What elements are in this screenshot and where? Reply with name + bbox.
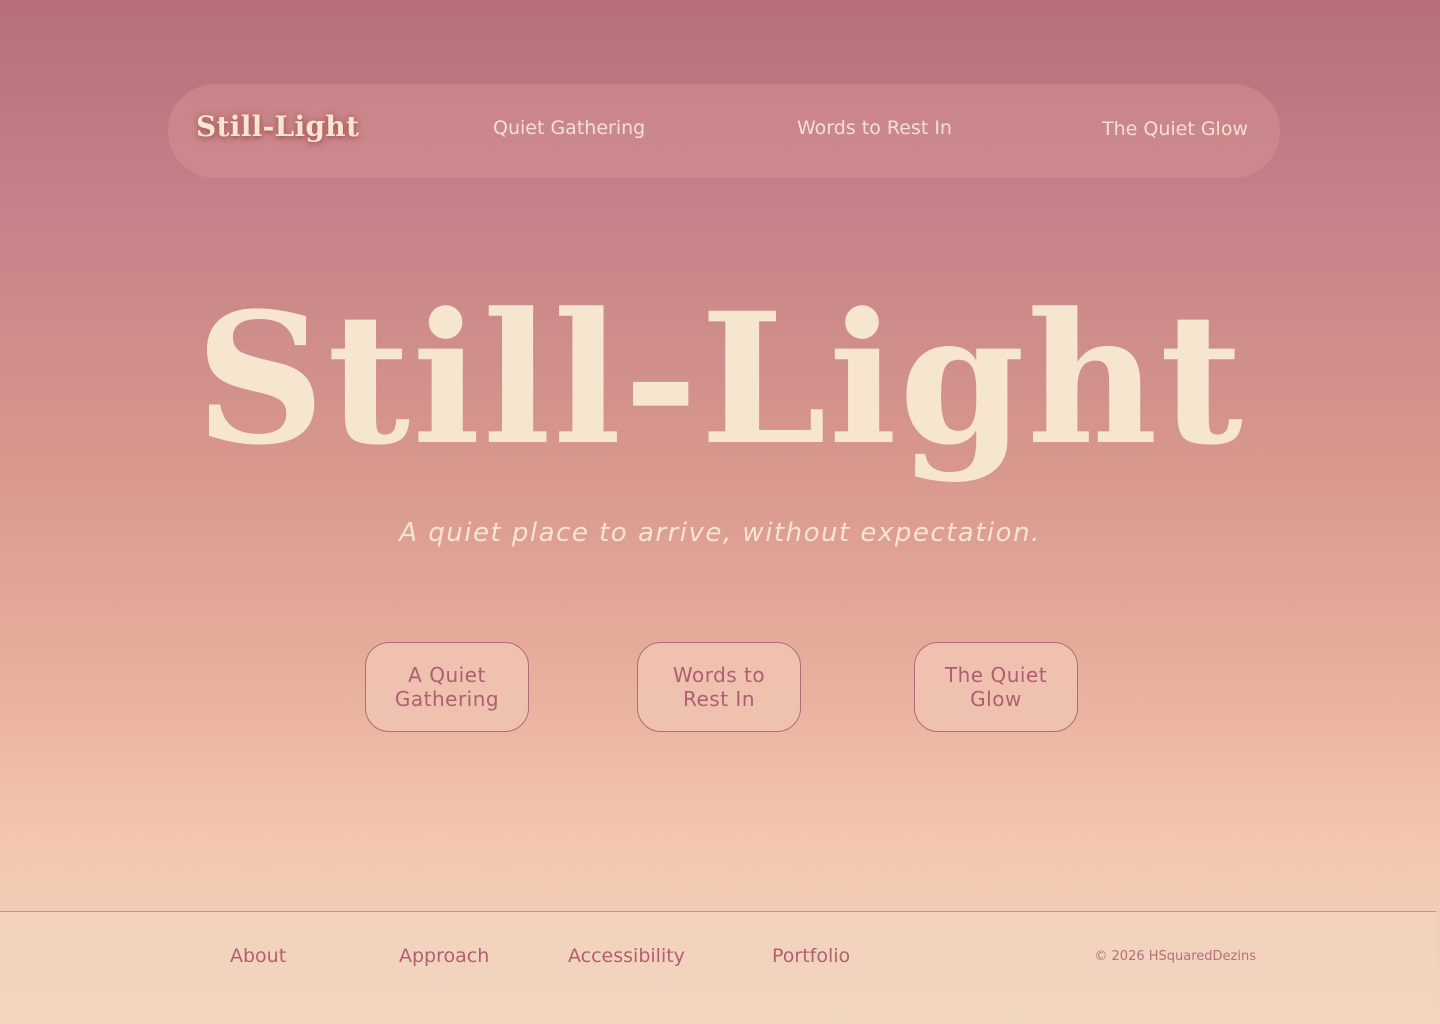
cta-the-quiet-glow-button[interactable]: The Quiet Glow — [914, 642, 1078, 732]
hero-subtitle: A quiet place to arrive, without expecta… — [399, 518, 1041, 548]
footer-link-approach[interactable]: Approach — [399, 945, 489, 967]
footer: About Approach Accessibility Portfolio ©… — [0, 911, 1436, 1024]
footer-link-portfolio[interactable]: Portfolio — [772, 945, 850, 967]
footer-link-accessibility[interactable]: Accessibility — [568, 945, 685, 967]
cta-words-to-rest-in-button[interactable]: Words to Rest In — [637, 642, 801, 732]
nav-link-the-quiet-glow[interactable]: The Quiet Glow — [1102, 118, 1248, 140]
top-nav: Still-Light Quiet Gathering Words to Res… — [168, 84, 1280, 178]
hero-title: Still-Light — [195, 274, 1245, 485]
nav-link-quiet-gathering[interactable]: Quiet Gathering — [493, 117, 645, 139]
cta-quiet-gathering-button[interactable]: A Quiet Gathering — [365, 642, 529, 732]
footer-copyright: © 2026 HSquaredDezins — [1094, 949, 1256, 964]
footer-link-about[interactable]: About — [230, 945, 286, 967]
nav-link-words-to-rest-in[interactable]: Words to Rest In — [797, 117, 952, 139]
nav-logo[interactable]: Still-Light — [196, 110, 359, 143]
